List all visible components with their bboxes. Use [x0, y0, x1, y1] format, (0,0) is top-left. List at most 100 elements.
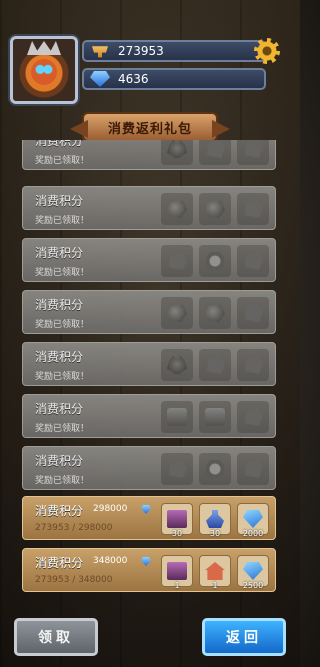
- reward-slot: [237, 349, 269, 381]
- list-item[interactable]: 消费积分 298000 273953 / 298000 30 30 2000: [22, 496, 276, 540]
- reward-count: 1: [174, 581, 180, 590]
- reward-count: 2000: [242, 529, 264, 538]
- hero-icon: [167, 140, 187, 158]
- stone-icon: [245, 460, 263, 478]
- reward-slot: [237, 401, 269, 433]
- reward-count: 2500: [242, 581, 264, 590]
- row-label: 消费积分: [35, 556, 84, 570]
- panel-title: 消费返利礼包: [82, 112, 218, 142]
- row-label: 消费积分: [35, 298, 84, 312]
- stone-icon: [245, 252, 263, 270]
- reward-slot[interactable]: 1: [161, 555, 193, 590]
- potion-icon: [206, 510, 224, 528]
- row-status: 奖励已领取！: [35, 424, 90, 434]
- coin-icon: [205, 252, 225, 270]
- gold-anvil-icon: [92, 46, 108, 58]
- reward-slot: [161, 349, 193, 381]
- row-label: 消费积分: [35, 194, 84, 208]
- ore-icon: [167, 200, 187, 218]
- row-label: 消费积分: [35, 140, 84, 148]
- hero-face-icon: [31, 59, 57, 85]
- reward-slot[interactable]: 2500: [237, 555, 269, 590]
- ore-icon: [205, 304, 225, 322]
- player-avatar[interactable]: [10, 36, 78, 104]
- row-label: 消费积分: [35, 246, 84, 260]
- stone-icon: [245, 356, 263, 374]
- list-item: 消费积分 奖励已领取！: [22, 290, 276, 334]
- stone-icon: [245, 200, 263, 218]
- reward-slot[interactable]: 1: [199, 555, 231, 590]
- reward-slot: [199, 297, 231, 329]
- rebate-list[interactable]: 消费积分 奖励已领取！ 消费积分 奖励已领取！ 消费积分 奖励已领取！ 消费积分…: [22, 140, 278, 600]
- reward-slot[interactable]: 30: [199, 503, 231, 538]
- list-item: 消费积分 奖励已领取！: [22, 238, 276, 282]
- chest-icon: [205, 408, 225, 426]
- reward-slot: [237, 297, 269, 329]
- settings-gear-icon[interactable]: [254, 38, 280, 64]
- row-points: 298000: [93, 504, 128, 514]
- back-button[interactable]: 返回: [202, 618, 286, 656]
- gold-amount: 273953: [118, 44, 164, 58]
- reward-count: 30: [209, 529, 221, 538]
- reward-count: 30: [171, 529, 183, 538]
- gem-icon: [243, 562, 263, 580]
- row-status: 奖励已领取！: [35, 156, 90, 166]
- list-item: 消费积分 奖励已领取！: [22, 394, 276, 438]
- row-status: 奖励已领取！: [35, 372, 90, 382]
- claim-button[interactable]: 领取: [14, 618, 98, 656]
- list-item: 消费积分 奖励已领取！: [22, 140, 276, 170]
- gold-bar: 273953: [82, 40, 266, 62]
- row-status: 奖励已领取！: [35, 268, 90, 278]
- gem-icon: [141, 557, 151, 566]
- stone-icon: [207, 140, 225, 158]
- row-label: 消费积分: [35, 504, 84, 518]
- reward-slot: [237, 245, 269, 277]
- list-item[interactable]: 消费积分 348000 273953 / 348000 1 1 2500: [22, 548, 276, 592]
- ore-icon: [167, 304, 187, 322]
- gem-bar: 4636: [82, 68, 266, 90]
- gem-amount: 4636: [118, 72, 149, 86]
- gem-icon: [141, 505, 151, 514]
- reward-slot: [237, 193, 269, 225]
- list-item: 消费积分 奖励已领取！: [22, 342, 276, 386]
- stone-icon: [207, 356, 225, 374]
- reward-slot: [161, 453, 193, 485]
- reward-slot[interactable]: 2000: [237, 503, 269, 538]
- row-status: 奖励已领取！: [35, 216, 90, 226]
- reward-slot: [161, 140, 193, 165]
- hero-icon: [167, 356, 187, 374]
- stone-icon: [245, 408, 263, 426]
- stone-icon: [169, 252, 187, 270]
- reward-slot: [199, 193, 231, 225]
- reward-slot: [199, 453, 231, 485]
- coin-icon: [205, 460, 225, 478]
- row-status: 奖励已领取！: [35, 320, 90, 330]
- list-item: 消费积分 奖励已领取！: [22, 186, 276, 230]
- reward-slot: [161, 245, 193, 277]
- row-label: 消费积分: [35, 350, 84, 364]
- row-points: 348000: [93, 556, 128, 566]
- reward-slot: [161, 193, 193, 225]
- gem-icon: [90, 71, 110, 87]
- row-status: 奖励已领取！: [35, 476, 90, 486]
- reward-slot: [199, 245, 231, 277]
- reward-slot: [199, 140, 231, 165]
- card-icon: [167, 510, 187, 528]
- reward-slot[interactable]: 30: [161, 503, 193, 538]
- card-icon: [167, 562, 187, 580]
- hut-icon: [205, 562, 225, 580]
- stone-icon: [169, 460, 187, 478]
- reward-slot: [237, 140, 269, 165]
- stone-icon: [245, 304, 263, 322]
- gem-icon: [243, 510, 263, 528]
- reward-count: 1: [212, 581, 218, 590]
- reward-slot: [237, 453, 269, 485]
- stone-icon: [245, 140, 263, 158]
- ore-icon: [205, 200, 225, 218]
- chest-icon: [167, 408, 187, 426]
- reward-slot: [199, 401, 231, 433]
- list-item: 消费积分 奖励已领取！: [22, 446, 276, 490]
- row-label: 消费积分: [35, 454, 84, 468]
- row-progress: 273953 / 348000: [35, 575, 113, 585]
- row-progress: 273953 / 298000: [35, 523, 113, 533]
